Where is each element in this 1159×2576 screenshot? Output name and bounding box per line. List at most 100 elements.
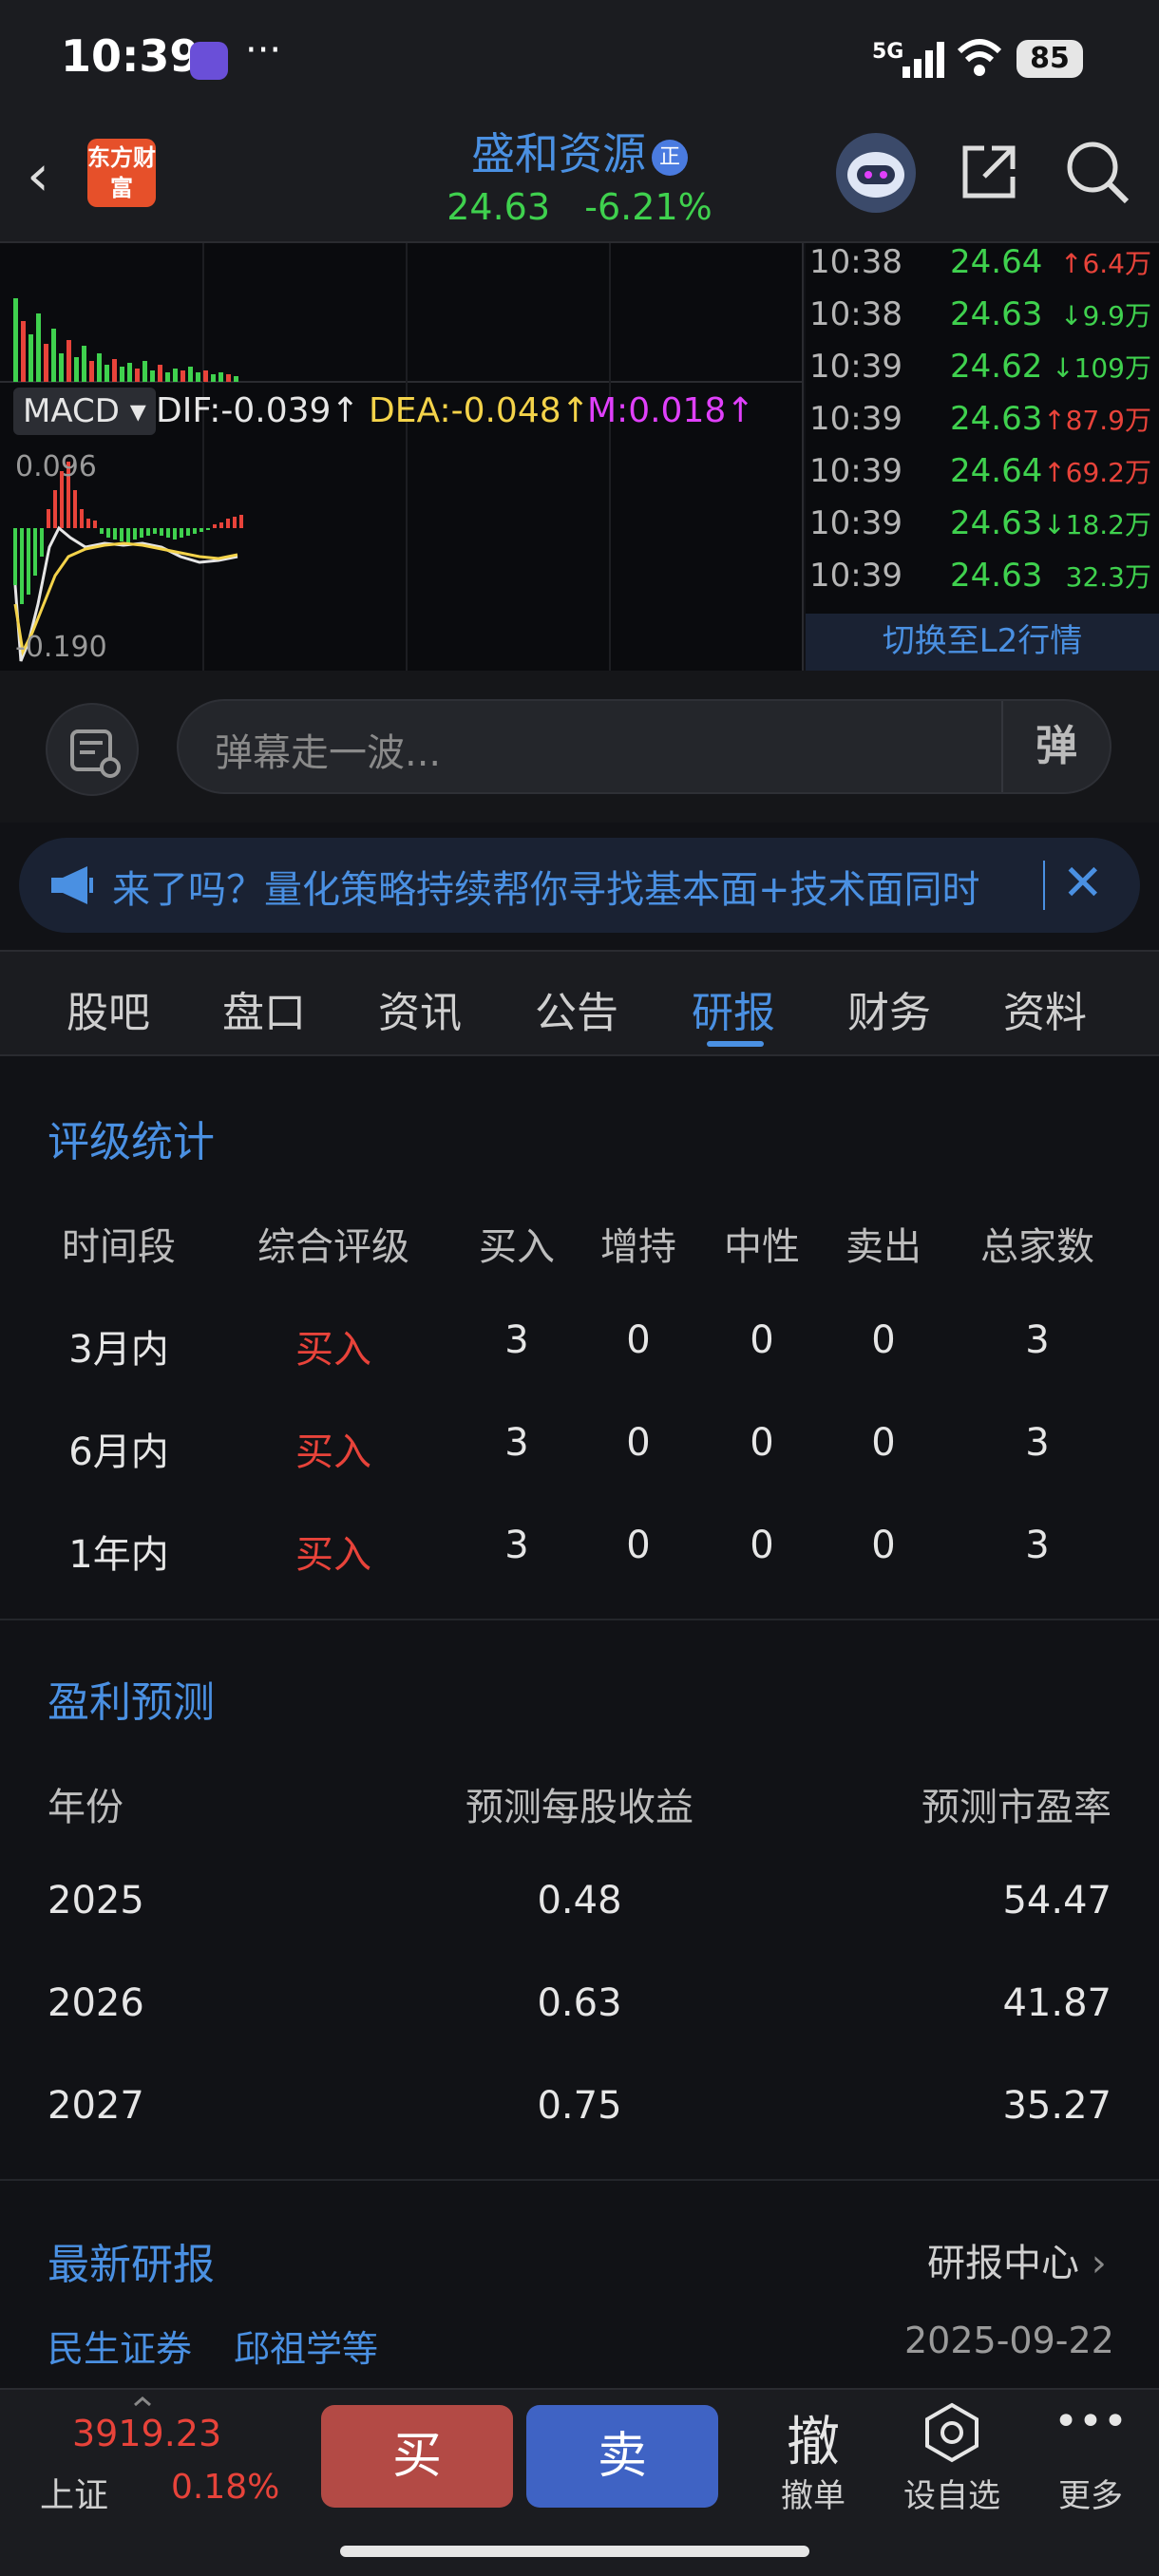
tab-guba[interactable]: 股吧	[66, 978, 150, 1039]
volume-bar	[218, 372, 223, 382]
volume-bar	[135, 369, 140, 382]
back-icon[interactable]: ‹	[27, 142, 49, 209]
intraday-chart[interactable]	[0, 243, 804, 671]
more-notifications-icon: ···	[245, 28, 282, 72]
stock-title[interactable]: 盛和资源正	[361, 120, 798, 182]
volume-bar	[127, 363, 132, 382]
signal-icon	[902, 42, 944, 78]
rating-overall: 买入	[295, 1533, 371, 1577]
tick-price: 24.62	[950, 348, 1043, 386]
macd-axis-bottom: -0.190	[15, 631, 107, 664]
macd-bar	[93, 521, 97, 528]
tick-volume: ↓9.9万	[1060, 300, 1151, 331]
close-icon[interactable]: ✕	[1062, 855, 1104, 912]
macd-selector[interactable]: MACD ▾	[13, 388, 156, 435]
tick-price: 24.63	[950, 504, 1043, 542]
tick-volume: ↓109万	[1052, 352, 1151, 384]
macd-bar	[120, 528, 124, 541]
tab-news[interactable]: 资讯	[378, 978, 462, 1039]
macd-bar	[193, 528, 197, 534]
volume-bar	[211, 374, 216, 382]
forecast-year: 2027	[48, 2084, 144, 2128]
tick-volume: ↑69.2万	[1043, 457, 1151, 488]
sell-button[interactable]: 卖	[526, 2405, 718, 2508]
forecast-eps: 0.75	[537, 2084, 622, 2128]
volume-bar	[44, 344, 48, 382]
rating-overweight: 0	[626, 1318, 651, 1362]
tab-research[interactable]: 研报	[692, 978, 775, 1039]
tab-profile[interactable]: 资料	[1003, 978, 1087, 1039]
rating-section-title: 评级统计	[48, 1118, 215, 1166]
section-divider	[0, 2179, 1159, 2181]
rating-neutral: 0	[750, 1318, 774, 1362]
cancel-order-label[interactable]: 撤单	[756, 2470, 870, 2516]
rating-period: 1年内	[68, 1533, 169, 1577]
research-center-link[interactable]: 研报中心 ›	[927, 2232, 1107, 2287]
tab-announcements[interactable]: 公告	[535, 978, 618, 1039]
research-author[interactable]: 邱祖学等	[234, 2320, 378, 2372]
app-logo: 东方财富	[87, 139, 156, 207]
rating-overweight: 0	[626, 1421, 651, 1465]
macd-bar	[160, 528, 163, 536]
switch-l2-button[interactable]: 切换至L2行情	[806, 614, 1159, 671]
tab-pankou[interactable]: 盘口	[222, 978, 306, 1039]
index-value[interactable]: 3919.23	[72, 2413, 221, 2454]
rating-sell: 0	[871, 1524, 896, 1567]
tick-volume: ↑6.4万	[1060, 248, 1151, 279]
current-price: 24.63	[446, 186, 551, 228]
research-org[interactable]: 民生证券	[48, 2320, 192, 2372]
more-icon[interactable]: •••	[1034, 2397, 1148, 2446]
tick-price: 24.63	[950, 295, 1043, 333]
tick-row: 10:39 24.63 ↑87.9万	[806, 400, 1159, 453]
tick-price: 24.63	[950, 400, 1043, 438]
research-section-title: 最新研报	[48, 2241, 215, 2289]
rating-overall: 买入	[295, 1430, 371, 1474]
macd-bar	[47, 509, 50, 528]
cancel-order-icon[interactable]: 撤	[756, 2399, 870, 2476]
add-watchlist-label[interactable]: 设自选	[895, 2470, 1009, 2516]
volume-bar	[158, 365, 162, 382]
rating-header: 卖出	[846, 1225, 922, 1269]
tick-time: 10:39	[809, 504, 902, 542]
macd-bar	[166, 528, 170, 538]
volume-bar	[196, 372, 200, 382]
stock-header: ‹ 东方财富 盛和资源正 24.63 -6.21%	[0, 114, 1159, 243]
macd-bar	[200, 528, 203, 532]
battery-indicator: 85	[1016, 40, 1083, 78]
share-icon[interactable]	[958, 141, 1020, 203]
tick-price: 24.63	[950, 557, 1043, 595]
tick-time: 10:39	[809, 400, 902, 438]
rating-buy: 3	[504, 1318, 529, 1362]
danmu-settings-icon[interactable]	[46, 703, 139, 796]
rating-sell: 0	[871, 1318, 896, 1362]
tick-time: 10:38	[809, 243, 902, 281]
m-value: M:0.018↑	[587, 391, 755, 430]
tick-volume: ↓18.2万	[1043, 509, 1151, 540]
volume-bar	[82, 346, 86, 382]
volume-bar	[21, 321, 26, 382]
macd-bar	[226, 519, 230, 528]
volume-bar	[226, 374, 231, 382]
volume-bar	[203, 370, 208, 382]
macd-bar	[146, 528, 150, 536]
add-watchlist-icon[interactable]	[895, 2401, 1009, 2468]
volume-bar	[89, 361, 94, 382]
danmu-toggle-button[interactable]: 弹	[1001, 701, 1110, 792]
volume-bar	[66, 340, 71, 382]
volume-bar	[28, 334, 33, 382]
more-label[interactable]: 更多	[1034, 2470, 1148, 2516]
tick-time: 10:39	[809, 348, 902, 386]
forecast-section-title: 盈利预测	[48, 1678, 215, 1727]
app-notification-icon	[190, 42, 228, 80]
network-type: 5G	[872, 40, 904, 64]
buy-button[interactable]: 买	[321, 2405, 513, 2508]
search-icon[interactable]	[1064, 139, 1130, 205]
tab-finance[interactable]: 财务	[847, 978, 931, 1039]
macd-bar	[206, 528, 210, 530]
assistant-robot-icon[interactable]	[836, 133, 916, 213]
rating-header: 总家数	[980, 1225, 1094, 1269]
macd-bar	[20, 528, 24, 604]
forecast-pe: 54.47	[1002, 1879, 1112, 1923]
chevron-up-icon[interactable]	[133, 2392, 152, 2407]
rating-total: 3	[1025, 1318, 1050, 1362]
